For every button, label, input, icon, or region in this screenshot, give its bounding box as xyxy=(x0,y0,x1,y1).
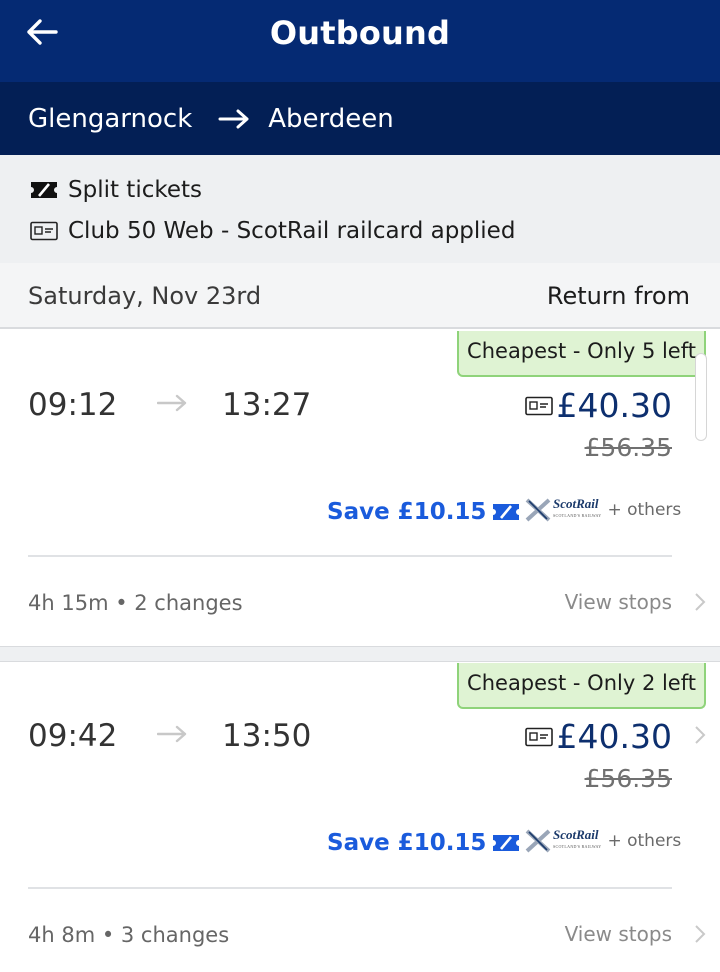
original-price: £56.35 xyxy=(584,764,672,793)
chevron-right-icon[interactable] xyxy=(694,924,706,944)
operator-others: + others xyxy=(607,831,682,851)
card-separator xyxy=(0,646,720,662)
arrow-right-icon xyxy=(157,394,187,412)
scrollbar-thumb[interactable] xyxy=(695,353,707,441)
cheapest-badge: Cheapest - Only 2 left xyxy=(457,663,706,709)
return-from-button[interactable]: Return from xyxy=(547,282,690,310)
savings-text: Save £10.15 xyxy=(327,499,487,525)
right-arrow-icon xyxy=(218,108,250,130)
arrival-time: 13:50 xyxy=(222,718,312,754)
split-tickets-row: Split tickets xyxy=(30,177,202,203)
travel-date: Saturday, Nov 23rd xyxy=(28,282,262,310)
chevron-right-icon[interactable] xyxy=(694,725,706,745)
split-ticket-icon xyxy=(492,834,520,852)
operator-info: ScotRail SCOTLAND'S RAILWAY + others xyxy=(525,828,681,854)
chevron-right-icon[interactable] xyxy=(694,592,706,612)
route-bar: Glengarnock Aberdeen xyxy=(0,82,720,155)
operator-logo-text: ScotRail xyxy=(553,827,599,842)
date-bar: Saturday, Nov 23rd Return from xyxy=(0,263,720,329)
railcard-row: Club 50 Web - ScotRail railcard applied xyxy=(30,218,515,244)
page-title: Outbound xyxy=(269,14,451,52)
view-stops-link[interactable]: View stops xyxy=(565,590,672,614)
operator-logo-text: ScotRail xyxy=(553,496,599,511)
cheapest-badge: Cheapest - Only 5 left xyxy=(457,331,706,377)
split-ticket-icon xyxy=(492,503,520,521)
view-stops-link[interactable]: View stops xyxy=(565,922,672,946)
operator-logo-subtext: SCOTLAND'S RAILWAY xyxy=(553,844,602,849)
savings-label: Save £10.15 xyxy=(327,830,520,856)
railcard-icon xyxy=(525,727,553,747)
operator-others: + others xyxy=(607,500,682,520)
savings-text: Save £10.15 xyxy=(327,830,487,856)
ticket-price: £40.30 xyxy=(556,386,672,425)
scotrail-logo: ScotRail SCOTLAND'S RAILWAY xyxy=(525,828,601,854)
split-ticket-icon xyxy=(30,179,60,201)
ticket-info-panel: Split tickets Club 50 Web - ScotRail rai… xyxy=(0,155,720,263)
card-divider xyxy=(28,555,672,557)
journey-card[interactable]: Cheapest - Only 2 left 09:42 13:50 £40.3… xyxy=(0,663,720,972)
departure-time: 09:42 xyxy=(28,718,118,754)
scotrail-logo: ScotRail SCOTLAND'S RAILWAY xyxy=(525,497,601,523)
journey-card[interactable]: Cheapest - Only 5 left 09:12 13:27 £40.3… xyxy=(0,331,720,646)
origin-station: Glengarnock xyxy=(28,103,193,134)
card-divider xyxy=(28,887,672,889)
railcard-label: Club 50 Web - ScotRail railcard applied xyxy=(68,218,516,244)
journey-summary: 4h 15m • 2 changes xyxy=(28,591,243,615)
savings-label: Save £10.15 xyxy=(327,499,520,525)
arrival-time: 13:27 xyxy=(222,387,312,423)
header-bar: Outbound xyxy=(0,0,720,82)
ticket-price: £40.30 xyxy=(556,717,672,756)
arrow-right-icon xyxy=(157,725,187,743)
railcard-icon xyxy=(30,220,60,242)
operator-logo-subtext: SCOTLAND'S RAILWAY xyxy=(553,513,602,518)
split-tickets-label: Split tickets xyxy=(68,177,203,203)
operator-info: ScotRail SCOTLAND'S RAILWAY + others xyxy=(525,497,681,523)
original-price: £56.35 xyxy=(584,433,672,462)
journey-summary: 4h 8m • 3 changes xyxy=(28,923,230,947)
railcard-icon xyxy=(525,396,553,416)
destination-station: Aberdeen xyxy=(268,103,394,134)
departure-time: 09:12 xyxy=(28,387,118,423)
